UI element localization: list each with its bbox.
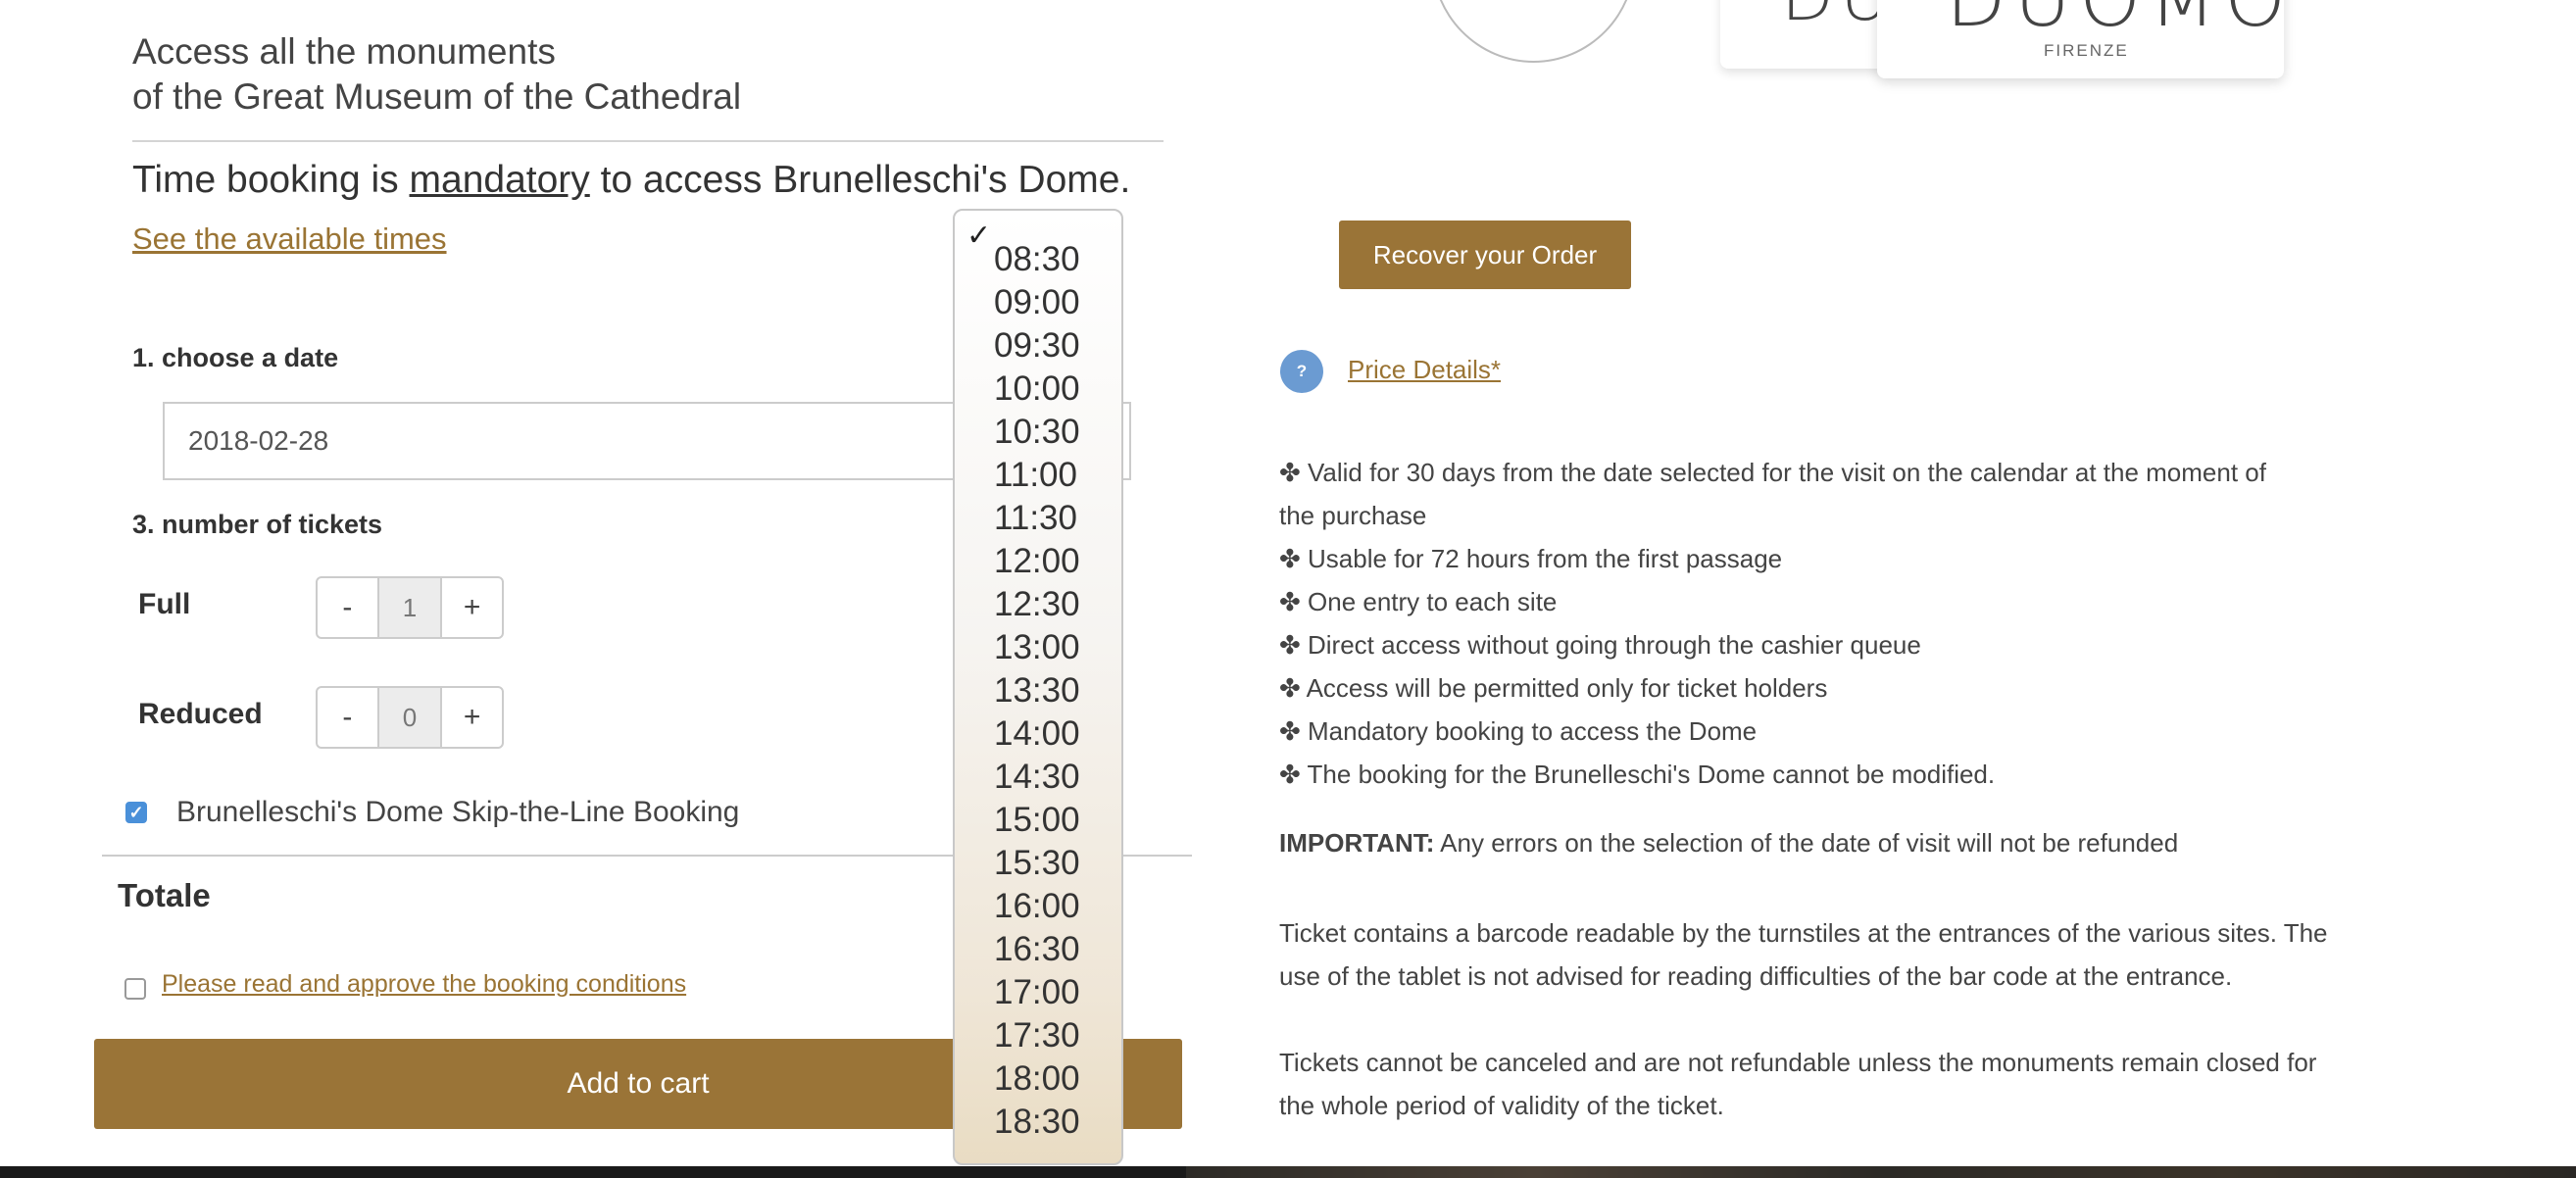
help-icon[interactable]: ? bbox=[1280, 350, 1323, 393]
see-available-times-link[interactable]: See the available times bbox=[132, 221, 447, 257]
time-option[interactable]: 16:30 bbox=[955, 930, 1121, 969]
price-details-link[interactable]: Price Details* bbox=[1348, 355, 1501, 385]
divider bbox=[132, 140, 1164, 142]
reduced-increment-button[interactable]: + bbox=[442, 688, 502, 747]
booking-notice: Time booking is mandatory to access Brun… bbox=[132, 159, 1130, 202]
time-option[interactable]: 17:30 bbox=[955, 1016, 1121, 1055]
time-option[interactable]: 10:00 bbox=[955, 369, 1121, 409]
step-choose-date-label: 1. choose a date bbox=[132, 343, 339, 372]
intro-line-1: Access all the monuments bbox=[132, 31, 556, 72]
booking-notice-before: Time booking is bbox=[132, 159, 410, 201]
booking-conditions-link[interactable]: Please read and approve the booking cond… bbox=[162, 970, 686, 999]
booking-notice-emphasis: mandatory bbox=[409, 159, 590, 201]
logo-circle bbox=[1431, 0, 1636, 63]
time-option[interactable]: 16:00 bbox=[955, 887, 1121, 926]
dome-booking-label: Brunelleschi's Dome Skip-the-Line Bookin… bbox=[176, 796, 740, 828]
important-label: IMPORTANT: bbox=[1279, 828, 1435, 858]
important-text: Any errors on the selection of the date … bbox=[1434, 828, 2179, 858]
list-item: ✤ Mandatory booking to access the Dome bbox=[1279, 716, 1758, 746]
features-list: ✤ Valid for 30 days from the date select… bbox=[1279, 451, 2299, 796]
duomo-logo: DUOMO FIRENZE bbox=[1877, 0, 2284, 78]
time-option[interactable]: 13:00 bbox=[955, 628, 1121, 667]
logo-wordmark: DUOMO bbox=[1946, 0, 2284, 44]
list-item: ✤ Direct access without going through th… bbox=[1279, 630, 1921, 660]
ticket-reduced-label: Reduced bbox=[138, 698, 263, 730]
time-option[interactable]: 11:00 bbox=[955, 456, 1121, 495]
important-notice: IMPORTANT: Any errors on the selection o… bbox=[1279, 828, 2338, 859]
time-option[interactable]: 08:30 bbox=[955, 240, 1121, 279]
full-quantity-value[interactable]: 1 bbox=[376, 578, 443, 637]
time-option[interactable]: 18:30 bbox=[955, 1103, 1121, 1142]
list-item: ✤ The booking for the Brunelleschi's Dom… bbox=[1279, 760, 1996, 789]
time-option[interactable]: 14:00 bbox=[955, 714, 1121, 754]
time-option[interactable]: 09:30 bbox=[955, 326, 1121, 366]
list-item: ✤ Access will be permitted only for tick… bbox=[1279, 673, 1828, 703]
list-item: ✤ Valid for 30 days from the date select… bbox=[1279, 458, 2266, 530]
intro-heading: Access all the monuments of the Great Mu… bbox=[132, 29, 741, 120]
step-number-of-tickets-label: 3. number of tickets bbox=[132, 510, 383, 539]
intro-line-2: of the Great Museum of the Cathedral bbox=[132, 76, 742, 117]
time-option[interactable]: 13:30 bbox=[955, 671, 1121, 711]
list-item: ✤ One entry to each site bbox=[1279, 587, 1558, 616]
ticket-full-label: Full bbox=[138, 588, 191, 620]
time-option[interactable]: 17:00 bbox=[955, 973, 1121, 1012]
time-option[interactable]: 12:00 bbox=[955, 542, 1121, 581]
time-dropdown-menu: ✓ 08:30 09:00 09:30 10:00 10:30 11:00 11:30 12:… bbox=[953, 209, 1123, 1165]
full-increment-button[interactable]: + bbox=[442, 578, 502, 637]
booking-notice-after: to access Brunelleschi's Dome. bbox=[589, 159, 1131, 201]
time-option[interactable]: 15:30 bbox=[955, 844, 1121, 883]
full-decrement-button[interactable]: - bbox=[318, 578, 377, 637]
time-option[interactable]: 15:00 bbox=[955, 801, 1121, 840]
time-option[interactable]: 11:30 bbox=[955, 499, 1121, 538]
time-option[interactable]: 10:30 bbox=[955, 413, 1121, 452]
footer-image-strip bbox=[1186, 1166, 2576, 1178]
totale-label: Totale bbox=[118, 877, 211, 913]
dome-booking-checkbox[interactable]: ✓ bbox=[125, 802, 147, 823]
reduced-quantity-value[interactable]: 0 bbox=[376, 688, 443, 747]
recover-order-button[interactable]: Recover your Order bbox=[1339, 221, 1631, 289]
time-option[interactable]: 18:00 bbox=[955, 1059, 1121, 1099]
full-quantity-stepper: - 1 + bbox=[316, 576, 504, 639]
time-option[interactable]: 12:30 bbox=[955, 585, 1121, 624]
reduced-quantity-stepper: - 0 + bbox=[316, 686, 504, 749]
barcode-paragraph: Ticket contains a barcode readable by th… bbox=[1279, 918, 2328, 991]
conditions-checkbox[interactable] bbox=[124, 978, 146, 1000]
list-item: ✤ Usable for 72 hours from the first pas… bbox=[1279, 544, 1783, 573]
logo-subtitle: FIRENZE bbox=[2044, 41, 2129, 60]
reduced-decrement-button[interactable]: - bbox=[318, 688, 377, 747]
refund-paragraph: Tickets cannot be canceled and are not r… bbox=[1279, 1048, 2317, 1120]
time-option[interactable]: 14:30 bbox=[955, 758, 1121, 797]
time-option[interactable]: 09:00 bbox=[955, 283, 1121, 322]
